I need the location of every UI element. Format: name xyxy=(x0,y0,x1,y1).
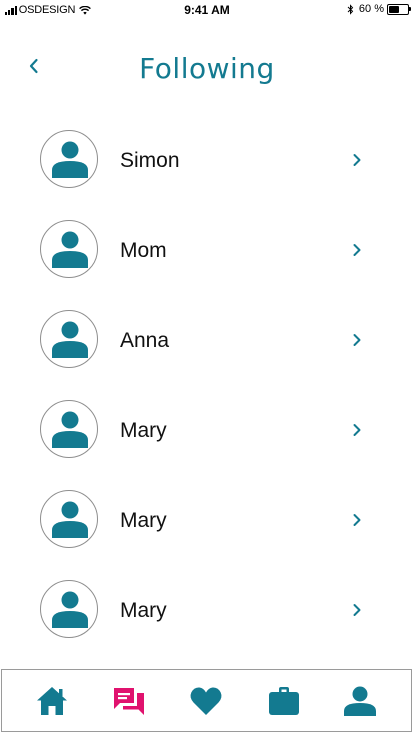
list-item[interactable]: Simon xyxy=(0,116,414,206)
list-item[interactable]: Mom xyxy=(0,206,414,296)
battery-fill xyxy=(389,5,399,13)
chevron-right-icon xyxy=(353,604,361,616)
person-icon xyxy=(52,231,88,268)
home-icon xyxy=(37,687,67,715)
tab-favorites[interactable] xyxy=(189,684,223,718)
chevron-right-icon xyxy=(353,424,361,436)
person-icon xyxy=(52,141,88,178)
bluetooth-icon xyxy=(347,3,354,15)
person-icon xyxy=(52,321,88,358)
person-icon xyxy=(344,686,376,716)
person-icon xyxy=(52,591,88,628)
list-item-name: Mary xyxy=(120,419,167,442)
list-item[interactable]: Anna xyxy=(0,296,414,386)
list-item[interactable]: Mary xyxy=(0,386,414,476)
tab-bar xyxy=(1,669,412,732)
avatar xyxy=(40,580,98,638)
avatar xyxy=(40,130,98,188)
tab-messages[interactable] xyxy=(112,684,146,718)
battery-percent: 60 % xyxy=(358,3,384,15)
list-item[interactable]: Mary xyxy=(0,566,414,656)
heart-icon xyxy=(190,687,222,715)
chevron-right-icon xyxy=(353,514,361,526)
person-icon xyxy=(52,411,88,448)
status-bar: OSDESIGN 9:41 AM 60 % xyxy=(0,0,414,20)
chevron-right-icon xyxy=(353,154,361,166)
chevron-right-icon xyxy=(353,244,361,256)
list-item-name: Mom xyxy=(120,239,167,262)
header: Following xyxy=(0,40,414,96)
list-item-name: Mary xyxy=(120,509,167,532)
battery-icon xyxy=(387,3,411,15)
avatar xyxy=(40,310,98,368)
tab-work[interactable] xyxy=(267,684,301,718)
list-item-name: Simon xyxy=(120,149,180,172)
chevron-right-icon xyxy=(353,334,361,346)
list-item[interactable]: Mary xyxy=(0,476,414,566)
list-item-name: Anna xyxy=(120,329,170,352)
person-icon xyxy=(52,501,88,538)
tab-home[interactable] xyxy=(35,684,69,718)
following-list: Simon Mom Anna Mary Mary Mary xyxy=(0,116,414,656)
avatar xyxy=(40,220,98,278)
page-title: Following xyxy=(139,52,275,85)
status-right: 60 % xyxy=(347,3,411,15)
avatar xyxy=(40,490,98,548)
chat-icon xyxy=(114,688,144,715)
tab-profile[interactable] xyxy=(343,684,377,718)
briefcase-icon xyxy=(269,687,299,715)
list-item-name: Mary xyxy=(120,599,167,622)
avatar xyxy=(40,400,98,458)
